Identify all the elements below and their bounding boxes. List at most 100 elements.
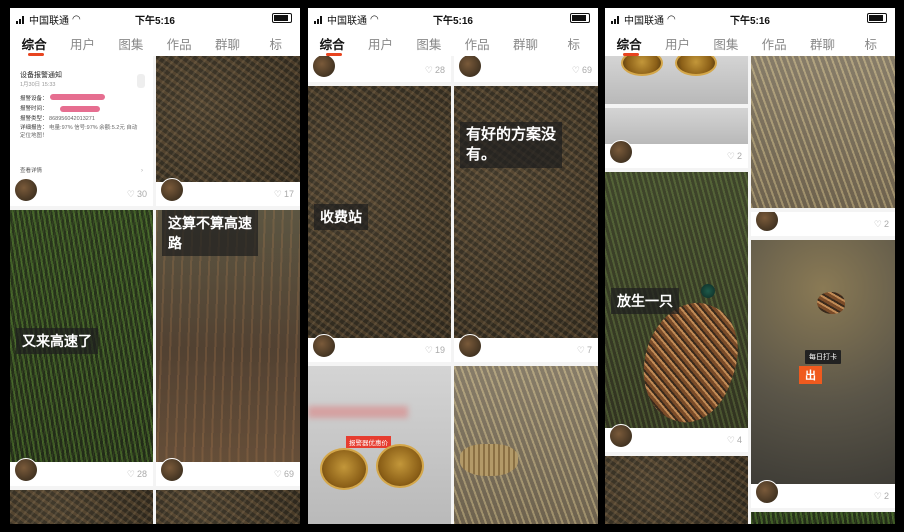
leaf-photo xyxy=(156,490,300,524)
avatar[interactable] xyxy=(160,178,184,202)
feed-card[interactable]: 设备报警通知 1月30日 15:33 报警设备： 报警时间： 报警类型： 868… xyxy=(10,56,153,206)
tab-tags[interactable]: 标 xyxy=(252,28,300,56)
card-caption: 有好的方案没 有。 xyxy=(460,122,563,168)
tab-comprehensive[interactable]: 综合 xyxy=(605,28,653,56)
feed-grid: ♡ 28 ♡ 69 收费站 ♡ 19 有好的方案没 有。 ♡ 7 报警器优惠价 xyxy=(308,56,598,524)
grass-photo xyxy=(751,512,895,524)
avatar[interactable] xyxy=(609,140,633,164)
feed-card[interactable]: 又来高速了 ♡ 28 xyxy=(10,210,153,486)
avatar[interactable] xyxy=(312,334,336,358)
search-tabs: 综合 用户 图集 作品 群聊 标 xyxy=(308,28,598,56)
tab-comprehensive[interactable]: 综合 xyxy=(308,28,356,56)
tab-albums[interactable]: 图集 xyxy=(702,28,750,56)
avatar[interactable] xyxy=(609,424,633,448)
like-count[interactable]: ♡ 19 xyxy=(425,345,445,356)
card-caption: 又来高速了 xyxy=(16,328,98,354)
battery-icon xyxy=(570,13,590,23)
feed-card[interactable] xyxy=(605,456,748,524)
feed-card[interactable]: ♡ 69 xyxy=(454,56,598,82)
like-count[interactable]: ♡ 4 xyxy=(727,435,742,446)
tab-albums[interactable]: 图集 xyxy=(107,28,155,56)
tab-groups[interactable]: 群聊 xyxy=(501,28,549,56)
heart-icon: ♡ xyxy=(273,189,282,199)
feed-card[interactable]: ♡ 17 xyxy=(156,56,300,206)
card-footer: ♡ 17 xyxy=(156,178,300,206)
feed-card[interactable] xyxy=(751,56,895,208)
feed-card[interactable] xyxy=(605,56,748,104)
avatar[interactable] xyxy=(160,458,184,482)
card-caption: 收费站 xyxy=(314,204,368,230)
status-bar: 中国联通 ◠ 下午5:16 xyxy=(308,8,598,28)
card-footer: ♡ 69 xyxy=(454,56,598,82)
notice-detail-link[interactable]: 查看详情 xyxy=(20,166,42,174)
red-blur xyxy=(308,406,408,418)
status-bar: 中国联通 ◠ 下午5:16 xyxy=(605,8,895,28)
feed-card[interactable]: ♡ 2 xyxy=(605,108,748,168)
tab-tags[interactable]: 标 xyxy=(847,28,895,56)
feed-card[interactable]: 报警器优惠价 xyxy=(308,366,451,524)
card-footer: ♡ 2 xyxy=(605,140,748,168)
tab-works[interactable]: 作品 xyxy=(453,28,501,56)
like-count[interactable]: ♡ 30 xyxy=(127,189,147,200)
like-count[interactable]: ♡ 69 xyxy=(572,65,592,76)
chevron-right-icon: › xyxy=(141,168,143,174)
tab-works[interactable]: 作品 xyxy=(155,28,203,56)
status-time: 下午5:16 xyxy=(432,16,473,27)
tab-users[interactable]: 用户 xyxy=(653,28,701,56)
price-label: 报警器优惠价 xyxy=(346,436,391,448)
heart-icon: ♡ xyxy=(726,435,735,445)
heart-icon: ♡ xyxy=(424,65,433,75)
notice-date: 1月30日 15:33 xyxy=(20,82,56,88)
redaction-mark xyxy=(60,106,100,112)
tab-groups[interactable]: 群聊 xyxy=(203,28,251,56)
feed-card[interactable] xyxy=(156,490,300,524)
tab-users[interactable]: 用户 xyxy=(356,28,404,56)
straw-ground-photo xyxy=(751,56,895,208)
avatar[interactable] xyxy=(458,56,482,78)
feed-card[interactable]: 收费站 ♡ 19 xyxy=(308,86,451,362)
battery-icon xyxy=(272,13,292,23)
avatar[interactable] xyxy=(755,212,779,232)
avatar[interactable] xyxy=(458,334,482,358)
status-time: 下午5:16 xyxy=(729,16,770,27)
avatar[interactable] xyxy=(14,178,38,202)
feed-card[interactable] xyxy=(10,490,153,524)
tab-users[interactable]: 用户 xyxy=(58,28,106,56)
heart-icon: ♡ xyxy=(576,345,585,355)
feed-card[interactable] xyxy=(751,512,895,524)
avatar[interactable] xyxy=(312,56,336,78)
tab-tags[interactable]: 标 xyxy=(550,28,598,56)
like-count[interactable]: ♡ 2 xyxy=(874,491,889,502)
card-caption: 这算不算高速 路 xyxy=(162,210,258,256)
avatar[interactable] xyxy=(14,458,38,482)
like-count[interactable]: ♡ 2 xyxy=(727,151,742,162)
mushroom-photo xyxy=(605,456,748,524)
like-count[interactable]: ♡ 69 xyxy=(274,469,294,480)
heart-icon: ♡ xyxy=(873,219,882,229)
feed-card[interactable] xyxy=(454,366,598,524)
feed-card[interactable]: 放生一只 ♡ 4 xyxy=(605,172,748,452)
like-count[interactable]: ♡ 7 xyxy=(577,345,592,356)
like-count[interactable]: ♡ 17 xyxy=(274,189,294,200)
tab-comprehensive[interactable]: 综合 xyxy=(10,28,58,56)
tab-works[interactable]: 作品 xyxy=(750,28,798,56)
like-count[interactable]: ♡ 28 xyxy=(425,65,445,76)
redaction-mark xyxy=(50,94,105,100)
tab-groups[interactable]: 群聊 xyxy=(798,28,846,56)
feed-card[interactable]: ♡ 28 xyxy=(308,56,451,82)
card-footer: ♡ 7 xyxy=(454,334,598,362)
card-footer: ♡ 69 xyxy=(156,458,300,486)
feed-card[interactable]: ♡ 2 xyxy=(751,212,895,236)
feed-grid: 设备报警通知 1月30日 15:33 报警设备： 报警时间： 报警类型： 868… xyxy=(10,56,300,524)
feed-card[interactable]: 有好的方案没 有。 ♡ 7 xyxy=(454,86,598,362)
pheasant-head xyxy=(701,284,715,298)
notice-menu-icon xyxy=(137,74,145,88)
feed-card[interactable]: 这算不算高速 路 ♡ 69 xyxy=(156,210,300,486)
avatar[interactable] xyxy=(755,480,779,504)
card-footer: ♡ 2 xyxy=(751,480,895,508)
tab-albums[interactable]: 图集 xyxy=(405,28,453,56)
battery-icon xyxy=(867,13,887,23)
like-count[interactable]: ♡ 2 xyxy=(874,219,889,230)
like-count[interactable]: ♡ 28 xyxy=(127,469,147,480)
feed-card[interactable]: 每日打卡 出 ♡ 2 xyxy=(751,240,895,508)
